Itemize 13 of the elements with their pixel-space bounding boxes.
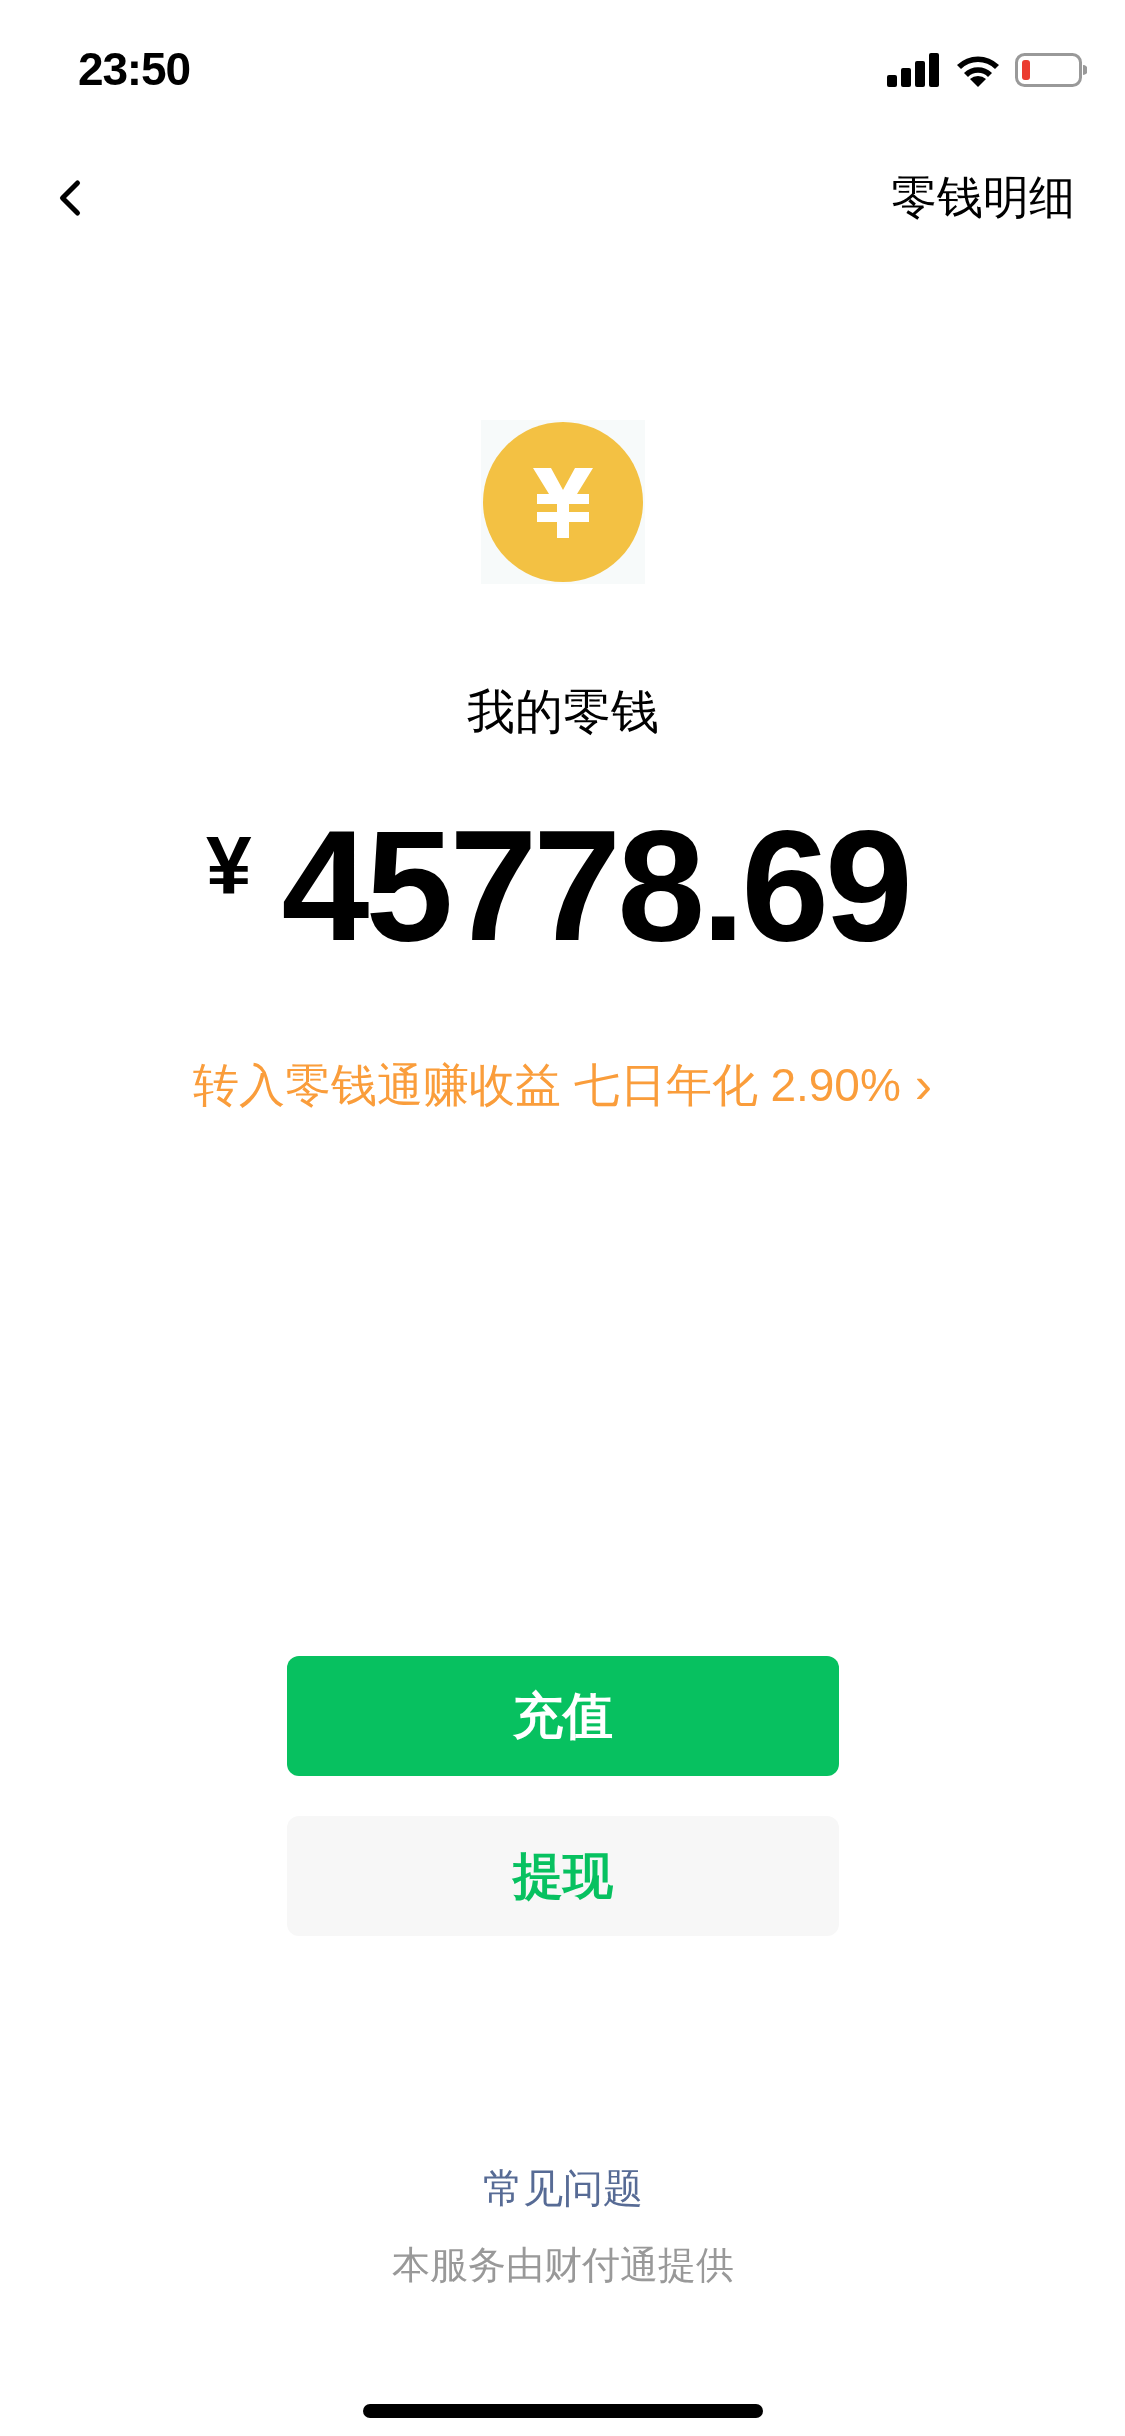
balance-label: 我的零钱 <box>466 688 659 736</box>
nav-title[interactable]: 零钱明细 <box>891 163 1075 232</box>
withdraw-button[interactable]: 提现 <box>286 1816 839 1936</box>
faq-link[interactable]: 常见问题 <box>482 2168 643 2208</box>
provider-note: 本服务由财付通提供 <box>391 2246 734 2284</box>
signal-icon <box>887 52 941 87</box>
status-time: 23:50 <box>78 42 190 97</box>
balance-amount: 45778.69 <box>281 806 909 964</box>
battery-icon <box>1015 52 1087 87</box>
currency-symbol: ¥ <box>206 824 252 906</box>
promo-link[interactable]: 转入零钱通赚收益 七日年化 2.90% › <box>192 1059 933 1111</box>
coin-icon <box>480 420 645 584</box>
top-up-button[interactable]: 充值 <box>286 1656 839 1776</box>
